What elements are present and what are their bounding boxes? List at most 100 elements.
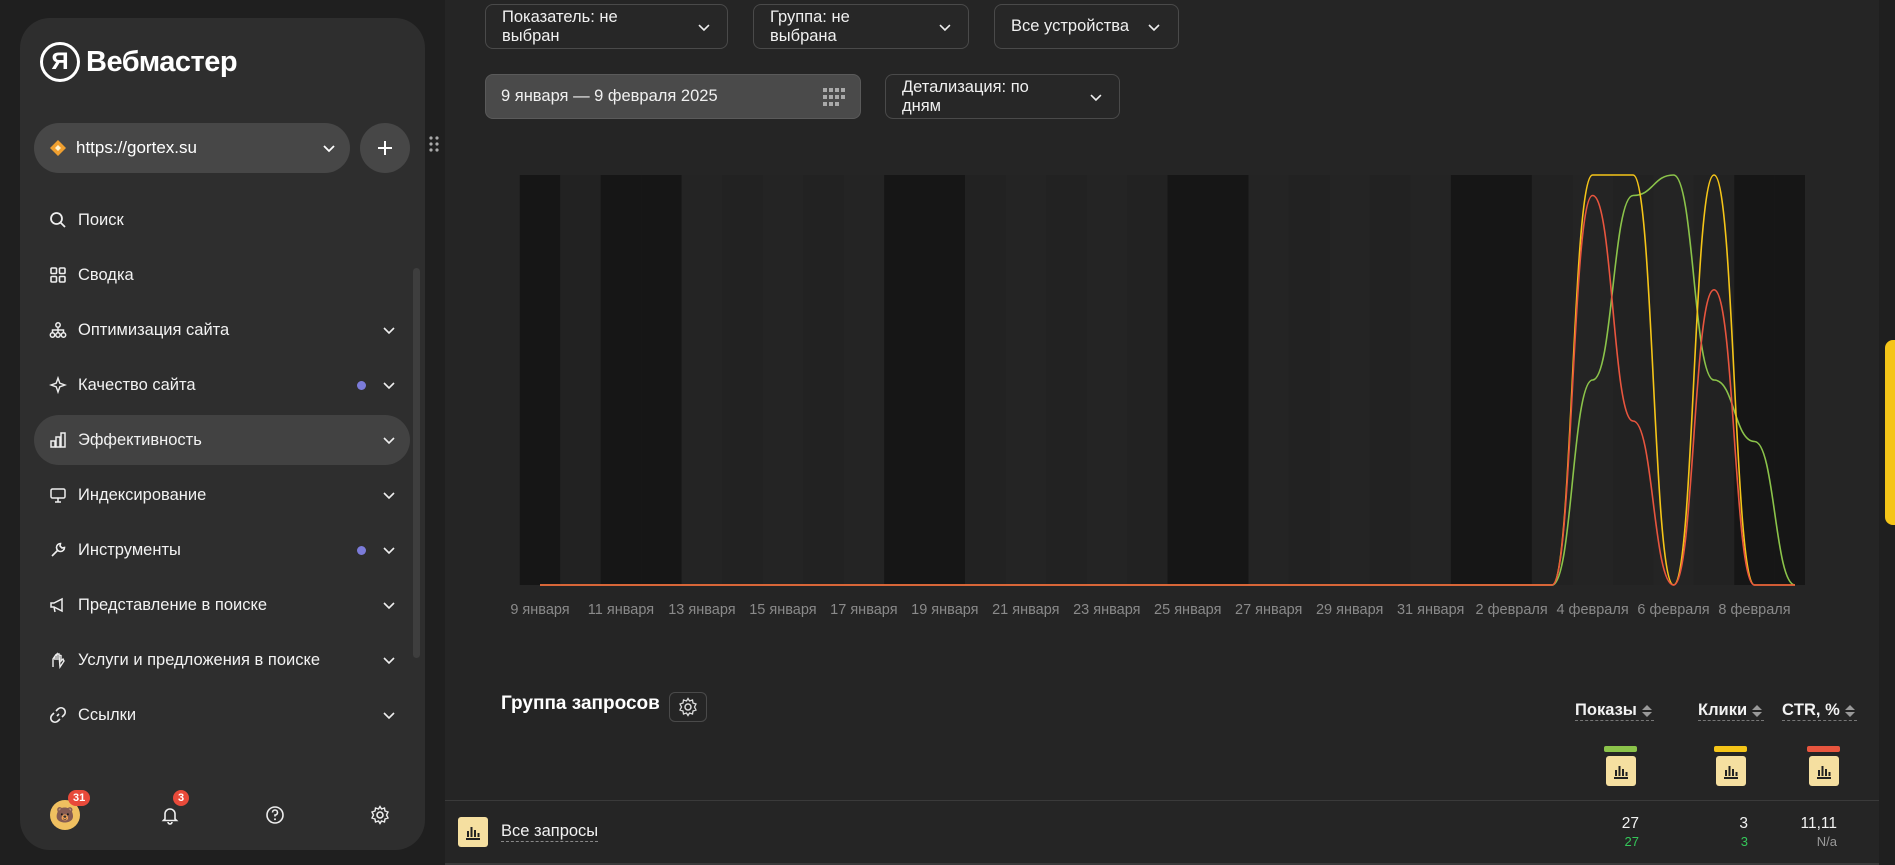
gear-icon	[371, 805, 389, 825]
x-tick-label: 11 января	[588, 602, 654, 618]
gear-icon	[679, 697, 697, 717]
sidebar-item-services[interactable]: Услуги и предложения в поиске	[34, 635, 410, 685]
day-band	[803, 175, 844, 585]
column-header-shows[interactable]: Показы	[1575, 701, 1654, 721]
day-band	[1491, 175, 1532, 585]
wrench-icon	[48, 540, 68, 560]
chevron-down-icon	[382, 488, 396, 502]
notification-dot	[357, 545, 366, 555]
profile-button[interactable]: 🐻 31	[48, 790, 91, 832]
bell-icon	[161, 808, 179, 825]
sort-icon	[1752, 704, 1763, 717]
sidebar-drag-handle-icon[interactable]	[428, 134, 440, 154]
sidebar-item-summary[interactable]: Сводка	[34, 250, 410, 300]
chevron-down-icon	[1148, 23, 1160, 31]
main-content: Показатель: не выбран Группа: не выбрана…	[445, 0, 1879, 865]
row-label-all-queries[interactable]: Все запросы	[501, 822, 599, 842]
notifications-button[interactable]: 3	[153, 790, 190, 832]
site-favicon-icon	[50, 140, 66, 156]
day-band	[600, 175, 642, 585]
sidebar-item-links[interactable]: Ссылки	[34, 690, 410, 740]
shows-delta: 27	[1624, 834, 1639, 849]
feedback-edge-tab[interactable]	[1885, 340, 1895, 525]
bar-chart-icon	[1614, 766, 1628, 779]
day-band	[843, 175, 885, 585]
sidebar-item-tools[interactable]: Инструменты	[34, 525, 410, 575]
indicator-filter[interactable]: Показатель: не выбран	[485, 4, 728, 49]
day-band	[681, 175, 723, 585]
x-tick-label: 15 января	[749, 602, 816, 618]
x-tick-label: 21 января	[992, 602, 1059, 618]
column-header-ctr[interactable]: CTR, %	[1782, 701, 1857, 721]
devices-filter[interactable]: Все устройства	[994, 4, 1179, 49]
date-range-value: 9 января — 9 февраля 2025	[501, 87, 718, 105]
add-site-button[interactable]	[360, 123, 410, 173]
column-header-clicks[interactable]: Клики	[1698, 701, 1765, 721]
table-divider	[445, 800, 1879, 801]
detail-filter[interactable]: Детализация: по дням	[885, 74, 1120, 119]
chevron-down-icon	[382, 323, 396, 337]
query-group-settings-button[interactable]	[669, 692, 707, 722]
settings-button[interactable]	[363, 798, 397, 832]
sidebar-item-label: Эффективность	[78, 430, 202, 449]
shows-value: 27	[1621, 815, 1639, 832]
x-tick-label: 17 января	[830, 602, 897, 618]
day-band	[1410, 175, 1451, 585]
x-tick-label: 6 февраля	[1637, 602, 1709, 618]
day-band	[722, 175, 763, 585]
day-band	[641, 175, 682, 585]
sidebar-item-quality[interactable]: Качество сайта	[34, 360, 410, 410]
group-filter[interactable]: Группа: не выбрана	[753, 4, 969, 49]
date-range-picker[interactable]: 9 января — 9 февраля 2025	[485, 74, 861, 119]
day-band	[560, 175, 601, 585]
logo-text: Вебмастер	[86, 45, 238, 78]
x-tick-label: 8 февраля	[1718, 602, 1790, 618]
day-band	[1167, 175, 1208, 585]
x-tick-label: 31 января	[1397, 602, 1464, 618]
sidebar-item-indexing[interactable]: Индексирование	[34, 470, 410, 520]
performance-chart[interactable]: 9 января 11 января 13 января 15 января 17 ян…	[505, 165, 1805, 625]
sidebar-item-label: Индексирование	[78, 485, 207, 504]
ctr-chart-toggle[interactable]	[1809, 756, 1839, 786]
day-band	[1086, 175, 1128, 585]
bar-chart-icon	[466, 827, 480, 840]
sidebar-item-search-appearance[interactable]: Представление в поиске	[34, 580, 410, 630]
x-tick-label: 29 января	[1316, 602, 1383, 618]
sidebar-item-label: Сводка	[78, 265, 134, 284]
clicks-chart-toggle[interactable]	[1716, 756, 1746, 786]
bar-chart-icon	[1817, 766, 1831, 779]
plus-icon	[378, 141, 392, 155]
sort-icon	[1844, 704, 1855, 717]
sidebar: Я Вебмастер https://gortex.su Поиск Свод…	[20, 18, 425, 850]
site-url: https://gortex.su	[76, 138, 197, 157]
sidebar-item-optimization[interactable]: Оптимизация сайта	[34, 305, 410, 355]
x-tick-label: 13 января	[668, 602, 735, 618]
ctr-value: 11,11	[1800, 815, 1838, 832]
x-tick-label: 2 февраля	[1475, 602, 1547, 618]
clicks-value: 3	[1739, 815, 1748, 832]
chevron-down-icon	[323, 145, 335, 153]
notifications-badge: 3	[173, 790, 190, 806]
row-chart-toggle[interactable]	[458, 817, 488, 847]
day-band	[1046, 175, 1087, 585]
site-selector[interactable]: https://gortex.su	[34, 123, 350, 173]
day-band	[1329, 175, 1370, 585]
x-tick-label: 4 февраля	[1556, 602, 1628, 618]
query-group-title: Группа запросов	[501, 693, 660, 714]
sidebar-scrollbar[interactable]	[413, 268, 420, 658]
app-root: Я Вебмастер https://gortex.su Поиск Свод…	[0, 0, 1895, 865]
chevron-down-icon	[382, 433, 396, 447]
shows-chart-toggle[interactable]	[1606, 756, 1636, 786]
link-icon	[48, 705, 68, 725]
sidebar-item-search[interactable]: Поиск	[34, 195, 410, 245]
logo[interactable]: Я Вебмастер	[40, 42, 238, 82]
sidebar-nav: Поиск Сводка Оптимизация сайта Качество …	[34, 195, 410, 745]
sidebar-item-efficiency[interactable]: Эффективность	[34, 415, 410, 465]
monitor-icon	[48, 485, 68, 505]
chevron-down-icon	[382, 378, 396, 392]
chevron-down-icon	[698, 23, 710, 31]
help-icon	[266, 806, 284, 824]
help-button[interactable]	[258, 798, 292, 832]
profile-badge: 31	[68, 790, 91, 806]
sidebar-item-label: Ссылки	[78, 705, 137, 724]
